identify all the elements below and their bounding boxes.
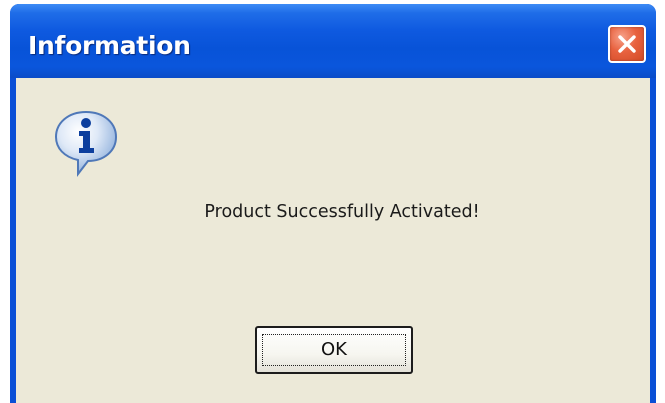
information-icon bbox=[50, 106, 122, 178]
information-dialog: Information Product Successfully Activat… bbox=[10, 4, 656, 403]
message-text: Product Successfully Activated! bbox=[204, 202, 480, 222]
ok-button-label: OK bbox=[321, 339, 347, 360]
dialog-body: Product Successfully Activated! OK bbox=[16, 78, 650, 403]
title-bar[interactable]: Information bbox=[10, 4, 656, 78]
dialog-title: Information bbox=[28, 31, 191, 60]
close-button[interactable] bbox=[608, 25, 646, 63]
ok-button[interactable]: OK bbox=[255, 326, 413, 374]
